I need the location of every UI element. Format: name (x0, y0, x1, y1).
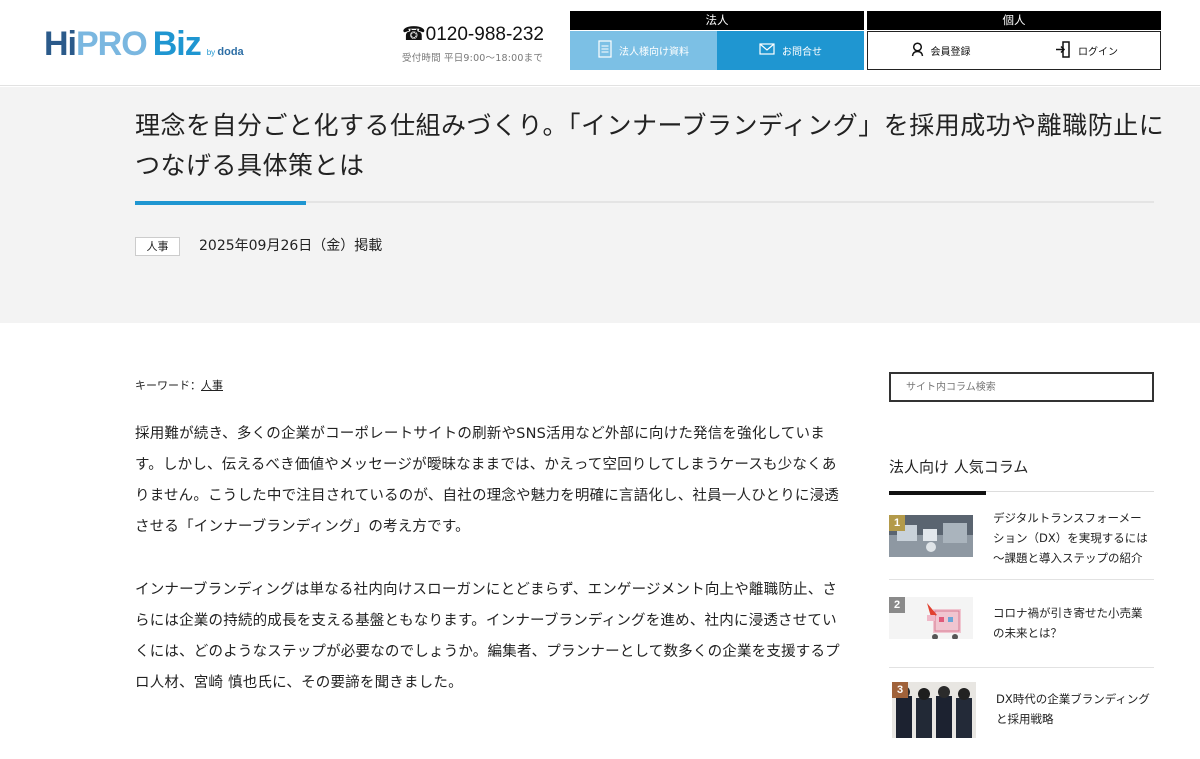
ranking-thumbnail: 2 (889, 597, 973, 639)
corporate-docs-label: 法人様向け資料 (619, 47, 689, 58)
ranking-title: デジタルトランスフォーメーション（DX）を実現するには～課題と導入ステップの紹介 (993, 511, 1148, 565)
individual-group-label: 個人 (867, 11, 1161, 30)
ranking-divider (889, 579, 1154, 580)
ranking-title: DX時代の企業ブランディングと採用戦略 (996, 692, 1150, 726)
title-divider-accent (135, 201, 306, 205)
rank-number: 1 (889, 515, 905, 531)
corporate-group-label: 法人 (570, 11, 864, 30)
phone-contact: ☎0120-988-232 受付時間 平日9:00〜18:00まで (402, 24, 544, 64)
contact-button[interactable]: お問合せ (717, 31, 864, 70)
ranking-thumbnail: 3 (892, 682, 976, 738)
popular-divider-accent (889, 491, 986, 495)
article-paragraph: 採用難が続き、多くの企業がコーポレートサイトの刷新やSNS活用など外部に向けた発… (135, 426, 840, 535)
site-header: HiPRO Biz by doda ☎0120-988-232 受付時間 平日9:… (0, 0, 1200, 86)
category-badge[interactable]: 人事 (135, 237, 180, 256)
ranking-title: コロナ禍が引き寄せた小売業の未来とは？ (993, 606, 1143, 640)
rank-number: 3 (892, 682, 908, 698)
rank-number: 2 (889, 597, 905, 613)
phone-number: ☎0120-988-232 (402, 24, 544, 45)
login-icon (1055, 40, 1071, 61)
ranking-thumbnail: 1 (889, 515, 973, 557)
publish-date: 2025年09月26日（金）掲載 (199, 238, 383, 254)
popular-columns-title: 法人向け 人気コラム (889, 458, 1029, 476)
ranking-item[interactable]: 2 コロナ禍が引き寄せた小売業の未来とは？ (889, 594, 1154, 654)
register-button[interactable]: 会員登録 (867, 31, 1014, 70)
keyword-label: キーワード： (135, 379, 201, 392)
column-search-input[interactable] (889, 372, 1154, 402)
article-paragraph: インナーブランディングは単なる社内向けスローガンにとどまらず、エンゲージメント向… (135, 582, 840, 691)
phone-hours: 受付時間 平日9:00〜18:00まで (402, 53, 544, 64)
logo-parent-brand: by doda (206, 46, 244, 58)
logo-wordmark: HiPRO Biz (44, 25, 202, 63)
ranking-divider (889, 667, 1154, 668)
ranking-item[interactable]: 3 DX時代の企業ブランディングと採用戦略 (889, 681, 1154, 739)
mail-icon (759, 43, 775, 58)
login-button[interactable]: ログイン (1013, 31, 1161, 70)
site-logo[interactable]: HiPRO Biz by doda (44, 26, 244, 62)
ranking-item[interactable]: 1 デジタルトランスフォーメーション（DX）を実現するには～課題と導入ステップの… (889, 506, 1154, 574)
document-icon (598, 40, 612, 61)
corporate-docs-button[interactable]: 法人様向け資料 (570, 31, 717, 70)
user-icon (911, 41, 924, 60)
contact-label: お問合せ (782, 47, 822, 58)
keyword-line: キーワード：人事 (135, 377, 223, 393)
login-label: ログイン (1078, 47, 1118, 58)
register-label: 会員登録 (930, 47, 971, 58)
article-title: 理念を自分ごと化する仕組みづくり。「インナーブランディング」を採用成功や離職防止… (135, 111, 1165, 180)
keyword-link[interactable]: 人事 (201, 379, 223, 392)
